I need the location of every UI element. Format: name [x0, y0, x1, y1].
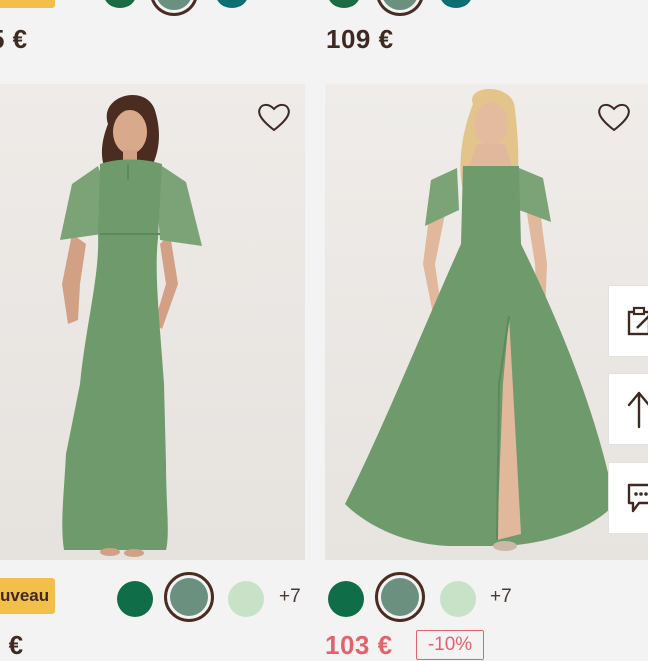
swatch-mint-left[interactable]	[228, 581, 264, 617]
dress-flutter-sleeve-image	[325, 84, 648, 560]
arrow-up-icon	[627, 391, 648, 429]
wishlist-heart-icon-left[interactable]	[257, 101, 291, 133]
sale-price-right: 103 €	[325, 630, 393, 660]
swatch-sage-selected-right[interactable]	[375, 572, 425, 622]
discount-badge: -10%	[416, 630, 484, 660]
wishlist-heart-icon-right[interactable]	[597, 101, 631, 133]
swatch-mint-right[interactable]	[440, 581, 476, 617]
swatch-dark-green-right[interactable]	[328, 581, 364, 617]
swatch-selected-top-right[interactable]	[376, 0, 424, 16]
dress-cape-sleeve-image	[0, 84, 305, 560]
price-top-right: 109 €	[326, 24, 394, 54]
chat-button[interactable]	[608, 462, 648, 534]
scroll-top-button[interactable]	[608, 373, 648, 445]
swatch-selected-top-left[interactable]	[150, 0, 198, 16]
swatch-sage-selected-left[interactable]	[164, 572, 214, 622]
product-image-right[interactable]	[325, 84, 648, 560]
more-colors-right[interactable]: +7	[490, 586, 512, 608]
swatch-dark-green-left[interactable]	[117, 581, 153, 617]
new-badge: uveau	[0, 578, 55, 614]
chat-icon	[627, 483, 648, 513]
swatch-dark-green-top-right[interactable]	[328, 0, 360, 8]
price-left: 9 €	[0, 630, 24, 660]
swatch-dark-green-top-left[interactable]	[104, 0, 136, 8]
swatch-teal-top-right[interactable]	[440, 0, 472, 8]
note-edit-button[interactable]	[608, 285, 648, 357]
swatch-teal-top-left[interactable]	[216, 0, 248, 8]
new-badge-top	[0, 0, 55, 8]
more-colors-left[interactable]: +7	[279, 586, 301, 608]
price-top-left: 5 €	[0, 24, 28, 54]
note-edit-icon	[627, 306, 648, 336]
product-image-left[interactable]	[0, 84, 305, 560]
